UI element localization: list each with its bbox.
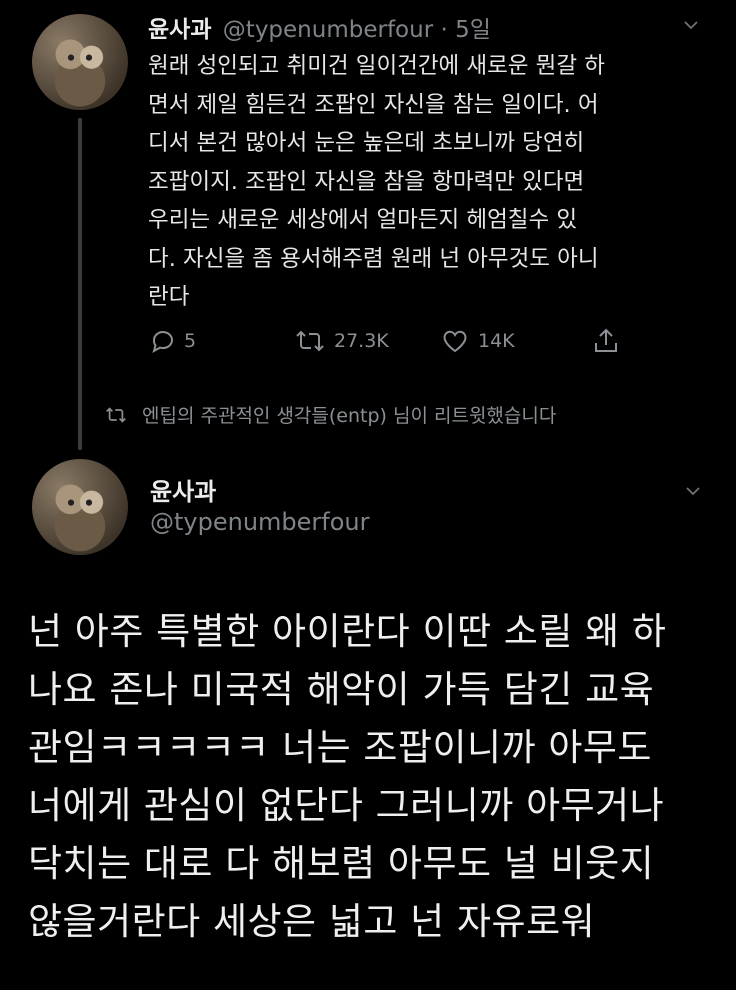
- retweet-button[interactable]: 27.3K: [294, 327, 389, 355]
- tweet-text-line: 않을거란다 세상은 넓고 넌 자유로워: [28, 900, 596, 943]
- tweet-text: 원래 성인되고 취미건 일이건간에 새로운 뭔갈 하 면서 제일 힘든건 조팝인…: [148, 47, 718, 317]
- retweet-notice-text[interactable]: 엔팁의 주관적인 생각들(entp) 님이 리트윗했습니다: [142, 401, 556, 428]
- like-count: 14K: [478, 330, 515, 352]
- tweet-text-line: 넌 아주 특별한 아이란다 이딴 소릴 왜 하: [28, 610, 667, 653]
- share-button[interactable]: [592, 327, 620, 355]
- tweet-text-line: 조팝이지. 조팝인 자신을 참을 항마력만 있다면: [148, 168, 585, 195]
- avatar[interactable]: [32, 459, 128, 555]
- reply-icon: [152, 331, 173, 354]
- chevron-down-icon[interactable]: [686, 484, 700, 498]
- tweet-text-line: 나요 존나 미국적 해악이 가득 담긴 교육: [28, 668, 655, 711]
- retweet-count: 27.3K: [334, 330, 389, 352]
- handle[interactable]: @typenumberfour: [150, 508, 370, 536]
- tweet-actions: 5 27.3K 14K: [148, 327, 628, 359]
- tweet-text-line: 너에게 관심이 없단다 그러니까 아무거나: [28, 784, 665, 827]
- retweet-icon: [106, 406, 126, 423]
- retweet-icon: [296, 330, 324, 352]
- tweet-text-line: 디서 본건 많아서 눈은 높은데 초보니까 당연히: [148, 130, 585, 156]
- share-icon: [595, 328, 617, 352]
- thread-line: [78, 118, 82, 450]
- tweet-text-line: 란다: [148, 284, 190, 310]
- tweet-text-line: 관임ㅋㅋㅋㅋㅋ 너는 조팝이니까 아무도: [28, 726, 652, 769]
- tweet-text-line: 다. 자신을 좀 용서해주렴 원래 넌 아무것도 아니: [148, 245, 599, 272]
- tweet-text: 넌 아주 특별한 아이란다 이딴 소릴 왜 하 나요 존나 미국적 해악이 가득…: [28, 603, 728, 951]
- tweet-header: 윤사과 @typenumberfour · 5일: [148, 10, 491, 44]
- retweet-notice: 엔팁의 주관적인 생각들(entp) 님이 리트윗했습니다: [104, 401, 556, 428]
- tweet-text-line: 닥치는 대로 다 해보렴 아무도 널 비웃지: [28, 842, 655, 885]
- handle[interactable]: @typenumberfour: [223, 17, 433, 43]
- display-name[interactable]: 윤사과: [148, 17, 211, 43]
- tweet-text-line: 우리는 새로운 세상에서 얼마든지 헤엄칠수 있: [148, 207, 578, 233]
- reply-button[interactable]: 5: [148, 327, 196, 355]
- chevron-down-icon[interactable]: [684, 18, 698, 32]
- separator: ·: [440, 17, 448, 43]
- tweet-text-line: 원래 성인되고 취미건 일이건간에 새로운 뭔갈 하: [148, 53, 605, 79]
- reply-count: 5: [184, 330, 197, 352]
- display-name[interactable]: 윤사과: [150, 472, 216, 507]
- tweet-text-line: 면서 제일 힘든건 조팝인 자신을 참는 일이다. 어: [148, 91, 599, 118]
- like-button[interactable]: 14K: [440, 327, 515, 355]
- heart-icon: [443, 330, 467, 353]
- avatar[interactable]: [32, 14, 128, 110]
- timestamp[interactable]: 5일: [455, 17, 491, 43]
